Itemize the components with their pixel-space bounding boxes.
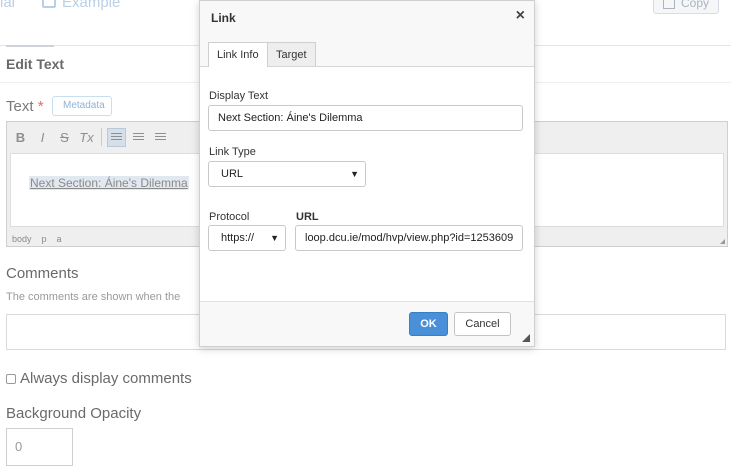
path-a[interactable]: a bbox=[57, 234, 62, 244]
protocol-label: Protocol bbox=[209, 211, 250, 223]
tab-target[interactable]: Target bbox=[267, 42, 316, 66]
clear-format-button[interactable]: Tx bbox=[77, 128, 96, 147]
text-field-label: Text * bbox=[6, 98, 44, 115]
text-label: Text bbox=[6, 98, 34, 115]
ok-button[interactable]: OK bbox=[409, 312, 448, 336]
required-mark: * bbox=[37, 98, 44, 115]
always-display-label: Always display comments bbox=[20, 370, 192, 387]
dialog-resize-handle[interactable] bbox=[522, 334, 530, 342]
copy-icon bbox=[662, 0, 675, 9]
tab-prev[interactable]: ial bbox=[0, 0, 15, 11]
editor-toolbar: B I S Tx bbox=[7, 122, 170, 152]
chevron-down-icon: ▼ bbox=[350, 169, 359, 179]
comments-help-text: The comments are shown when the bbox=[6, 291, 181, 303]
copy-label: Copy bbox=[680, 0, 709, 10]
background-opacity-input[interactable]: 0 bbox=[6, 428, 73, 466]
copy-button[interactable]: Copy bbox=[653, 0, 719, 14]
link-type-select[interactable]: URL ▼ bbox=[208, 161, 366, 187]
url-input[interactable]: loop.dcu.ie/mod/hvp/view.php?id=1253609 bbox=[295, 225, 523, 251]
url-label: URL bbox=[296, 211, 319, 223]
link-type-label: Link Type bbox=[209, 146, 256, 158]
display-text-input[interactable]: Next Section: Áine's Dilemma bbox=[208, 105, 523, 131]
comments-label: Comments bbox=[6, 265, 79, 282]
align-center-icon bbox=[133, 132, 144, 142]
tab-link-info[interactable]: Link Info bbox=[208, 42, 268, 67]
metadata-button[interactable]: Metadata bbox=[52, 96, 112, 116]
align-left-button[interactable] bbox=[107, 127, 126, 147]
link-dialog: Link × Link Info Target Display Text Nex… bbox=[199, 0, 535, 347]
dialog-header[interactable]: Link × bbox=[200, 1, 534, 35]
strikethrough-button[interactable]: S bbox=[55, 128, 74, 147]
cancel-button[interactable]: Cancel bbox=[454, 312, 511, 336]
toolbar-separator bbox=[101, 128, 102, 146]
bold-button[interactable]: B bbox=[11, 128, 30, 147]
italic-button[interactable]: I bbox=[33, 128, 52, 147]
close-icon[interactable]: × bbox=[516, 7, 525, 25]
align-right-button[interactable] bbox=[151, 128, 170, 147]
element-path: body p a bbox=[12, 234, 62, 244]
background-opacity-label: Background Opacity bbox=[6, 405, 142, 422]
always-display-comments[interactable]: Always display comments bbox=[6, 370, 192, 387]
align-left-icon bbox=[111, 132, 122, 142]
align-center-button[interactable] bbox=[129, 128, 148, 147]
editor-link-text[interactable]: Next Section: Áine's Dilemma bbox=[29, 176, 189, 190]
dialog-footer: OK Cancel bbox=[200, 301, 534, 346]
path-body[interactable]: body bbox=[12, 234, 32, 244]
chevron-down-icon: ▼ bbox=[270, 233, 279, 243]
tab-example-label: Example bbox=[62, 0, 121, 11]
editor-resize-handle[interactable] bbox=[720, 239, 725, 244]
path-p[interactable]: p bbox=[42, 234, 47, 244]
edit-text-heading: Edit Text bbox=[6, 56, 65, 72]
protocol-value: https:// bbox=[221, 232, 255, 244]
align-right-icon bbox=[155, 132, 166, 142]
dialog-tabs: Link Info Target bbox=[200, 34, 534, 67]
display-text-label: Display Text bbox=[209, 90, 269, 102]
book-icon bbox=[42, 0, 56, 8]
dialog-title: Link bbox=[211, 11, 236, 25]
protocol-select[interactable]: https:// ▼ bbox=[208, 225, 286, 251]
link-type-value: URL bbox=[221, 168, 244, 180]
tab-example[interactable]: Example bbox=[42, 0, 120, 11]
always-display-checkbox[interactable] bbox=[6, 373, 16, 384]
